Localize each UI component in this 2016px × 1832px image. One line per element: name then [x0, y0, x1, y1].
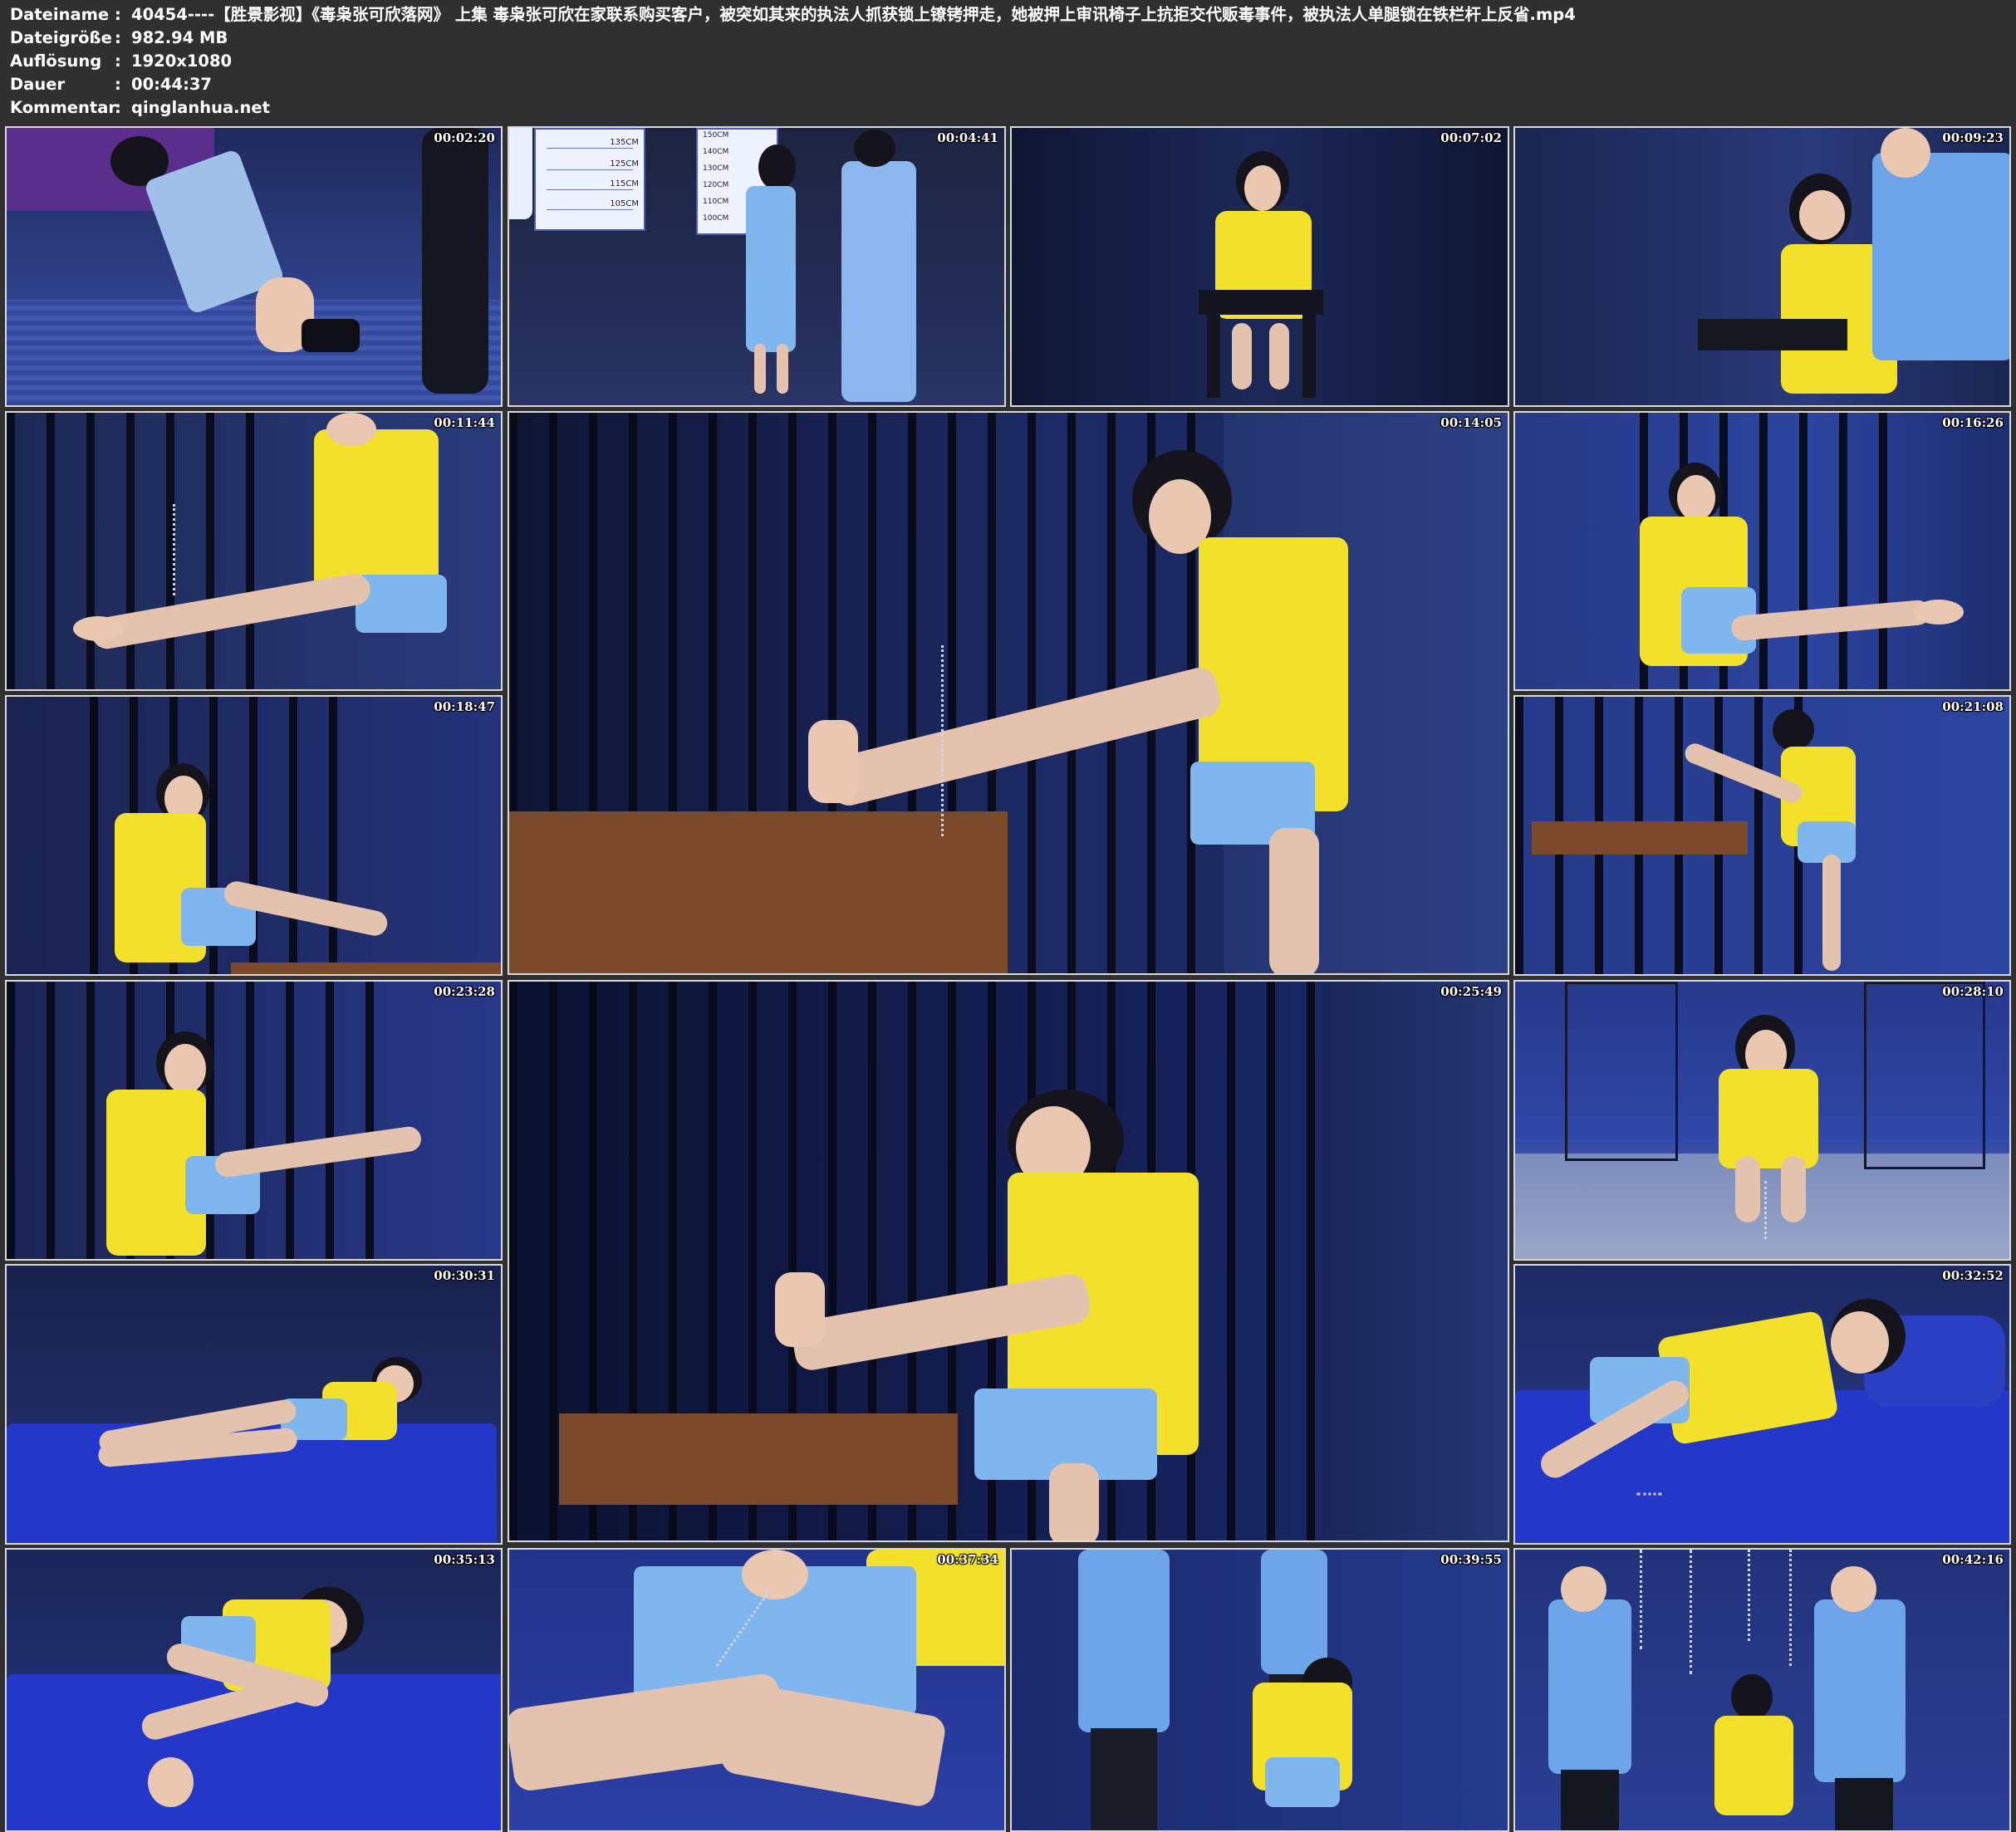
thumbnail-scene	[1515, 1266, 2009, 1543]
video-thumbnail[interactable]: 00:09:23	[1513, 126, 2011, 407]
thumbnail-scene	[1515, 697, 2009, 974]
metadata-row-filesize: Dateigröße : 982.94 MB	[10, 27, 2004, 50]
metadata-value-filename: 40454----【胜景影视】《毒枭张可欣落网》 上集 毒枭张可欣在家联系购买客…	[131, 5, 1576, 24]
thumbnail-scene	[509, 1550, 1004, 1830]
video-thumbnail[interactable]: 00:21:08	[1513, 695, 2011, 976]
thumbnail-scene	[1515, 413, 2009, 689]
height-label: 105CM	[610, 199, 639, 208]
video-thumbnail[interactable]: 00:07:02	[1010, 126, 1509, 407]
thumbnail-timestamp: 00:42:16	[1942, 1552, 2004, 1567]
height-label: 115CM	[610, 179, 639, 189]
thumbnail-timestamp: 00:07:02	[1440, 130, 1502, 145]
metadata-key: Dateigröße	[10, 28, 112, 47]
height-label: 130CM	[703, 164, 729, 173]
file-metadata: Dateiname : 40454----【胜景影视】《毒枭张可欣落网》 上集 …	[10, 3, 2004, 120]
video-thumbnail[interactable]: 00:02:20	[5, 126, 503, 407]
metadata-row-resolution: Auflösung : 1920x1080	[10, 50, 2004, 73]
thumbnail-timestamp: 00:25:49	[1440, 984, 1502, 999]
thumbnail-timestamp: 00:11:44	[434, 415, 495, 430]
video-thumbnail[interactable]: 00:11:44	[5, 411, 503, 691]
metadata-separator: :	[115, 51, 121, 71]
thumbnail-scene	[509, 413, 1508, 973]
thumbnail-timestamp: 00:09:23	[1942, 130, 2004, 145]
metadata-value-duration: 00:44:37	[131, 75, 213, 94]
video-thumbnail[interactable]: 00:14:05	[508, 411, 1509, 975]
height-label: 100CM	[703, 214, 729, 223]
thumbnail-timestamp: 00:37:34	[937, 1552, 998, 1567]
thumbnail-timestamp: 00:35:13	[434, 1552, 495, 1567]
thumbnail-timestamp: 00:14:05	[1440, 415, 1502, 430]
video-thumbnail[interactable]: 00:23:28	[5, 980, 503, 1261]
thumbnail-scene	[7, 1550, 501, 1830]
height-chart-left: 135CM 125CM 115CM 105CM	[534, 128, 645, 231]
video-thumbnail[interactable]: 00:25:49	[508, 980, 1509, 1542]
metadata-key: Dauer	[10, 75, 66, 94]
thumbnail-scene	[7, 128, 501, 405]
thumbnail-scene	[1515, 982, 2009, 1259]
metadata-value-resolution: 1920x1080	[131, 51, 233, 71]
metadata-separator: :	[115, 75, 121, 94]
thumbnail-scene	[1515, 1550, 2009, 1830]
video-thumbnail[interactable]: 00:37:34	[508, 1548, 1006, 1832]
metadata-separator: :	[115, 98, 121, 117]
video-thumbnail[interactable]: 00:28:10	[1513, 980, 2011, 1261]
metadata-value-comment: qinglanhua.net	[131, 98, 270, 117]
thumbnail-timestamp: 00:04:41	[937, 130, 998, 145]
metadata-separator: :	[115, 5, 121, 24]
thumbnail-scene	[1012, 1550, 1508, 1830]
thumbnail-scene	[509, 982, 1508, 1541]
metadata-value-filesize: 982.94 MB	[131, 28, 228, 47]
thumbnail-scene	[7, 982, 501, 1259]
thumbnail-scene	[1515, 128, 2009, 405]
thumbnail-timestamp: 00:30:31	[434, 1268, 495, 1283]
thumbnail-timestamp: 00:18:47	[434, 699, 495, 714]
video-thumbnail[interactable]: 00:35:13	[5, 1548, 503, 1832]
thumbnail-timestamp: 00:16:26	[1942, 415, 2004, 430]
thumbnail-scene	[1012, 128, 1508, 405]
metadata-separator: :	[115, 28, 121, 47]
thumbnail-scene	[7, 1266, 501, 1543]
video-thumbnail[interactable]: 00:32:52	[1513, 1264, 2011, 1545]
thumbnail-scene: 135CM 125CM 115CM 105CM 150CM 140CM 130C…	[509, 128, 1004, 405]
metadata-row-duration: Dauer : 00:44:37	[10, 73, 2004, 96]
video-thumbnail[interactable]: 135CM 125CM 115CM 105CM 150CM 140CM 130C…	[508, 126, 1006, 407]
metadata-key: Auflösung	[10, 51, 102, 71]
thumbnail-timestamp: 00:32:52	[1942, 1268, 2004, 1283]
height-label: 125CM	[610, 159, 639, 169]
height-label: 150CM	[703, 131, 729, 140]
thumbnail-scene	[7, 697, 501, 974]
metadata-key: Dateiname	[10, 5, 110, 24]
height-label: 135CM	[610, 138, 639, 147]
video-thumbnail[interactable]: 00:30:31	[5, 1264, 503, 1545]
thumbnail-timestamp: 00:02:20	[434, 130, 495, 145]
thumbnail-timestamp: 00:23:28	[434, 984, 495, 999]
thumbnail-scene	[7, 413, 501, 689]
thumbnail-timestamp: 00:39:55	[1440, 1552, 1502, 1567]
height-label: 140CM	[703, 148, 729, 156]
video-thumbnail[interactable]: 00:42:16	[1513, 1548, 2011, 1832]
video-thumbnail[interactable]: 00:18:47	[5, 695, 503, 976]
video-thumbnail[interactable]: 00:39:55	[1010, 1548, 1509, 1832]
thumbnail-timestamp: 00:28:10	[1942, 984, 2004, 999]
thumbnail-timestamp: 00:21:08	[1942, 699, 2004, 714]
metadata-row-filename: Dateiname : 40454----【胜景影视】《毒枭张可欣落网》 上集 …	[10, 3, 2004, 27]
metadata-key: Kommentar	[10, 98, 117, 117]
height-label: 120CM	[703, 181, 729, 189]
video-thumbnail[interactable]: 00:16:26	[1513, 411, 2011, 691]
metadata-row-comment: Kommentar : qinglanhua.net	[10, 96, 2004, 120]
height-label: 110CM	[703, 198, 729, 206]
